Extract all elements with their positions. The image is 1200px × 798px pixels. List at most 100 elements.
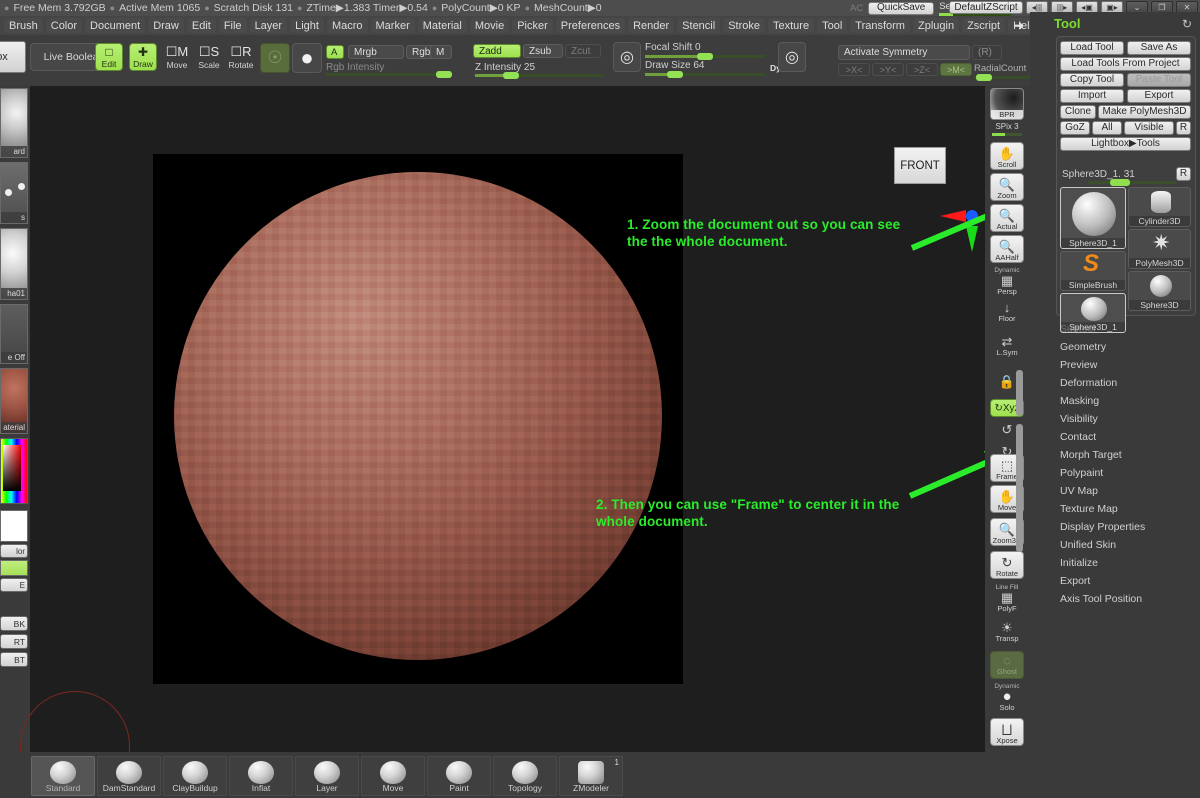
rotate3d-button[interactable]: ↻ Rotate: [990, 551, 1024, 579]
zscript-button[interactable]: DefaultZScript: [949, 1, 1023, 14]
section-contact[interactable]: Contact: [1060, 428, 1200, 446]
menu-item-picker[interactable]: Picker: [512, 18, 553, 33]
visible-button[interactable]: Visible: [1124, 121, 1174, 135]
section-preview[interactable]: Preview: [1060, 356, 1200, 374]
current-tool-r-button[interactable]: R: [1176, 167, 1191, 181]
rotate-button[interactable]: ☐R Rotate: [227, 43, 255, 71]
brush-damstandard[interactable]: DamStandard: [97, 756, 161, 796]
document-area[interactable]: [153, 154, 683, 684]
brush-paint[interactable]: Paint: [427, 756, 491, 796]
brush-preview-button[interactable]: ☉: [260, 43, 290, 73]
lightbox-tools-button[interactable]: Lightbox▶Tools: [1060, 137, 1191, 151]
tool-panel-refresh-icon[interactable]: ↻: [1182, 17, 1192, 31]
polyframe-button[interactable]: Line Fill ▦ PolyF: [990, 583, 1024, 613]
section-geometry[interactable]: Geometry: [1060, 338, 1200, 356]
menu-item-light[interactable]: Light: [290, 18, 324, 33]
sphere3d-model[interactable]: [174, 172, 662, 660]
color-picker-swatch[interactable]: [0, 438, 28, 504]
brush-inflat[interactable]: Inflat: [229, 756, 293, 796]
section-unified-skin[interactable]: Unified Skin: [1060, 536, 1200, 554]
menu-item-preferences[interactable]: Preferences: [555, 18, 626, 33]
tool-thumb-polymesh3d[interactable]: ✷ PolyMesh3D: [1128, 229, 1191, 269]
dynamic-dial-button[interactable]: ◎: [778, 42, 806, 72]
menu-item-marker[interactable]: Marker: [370, 18, 415, 33]
spix-slider[interactable]: SPix 3: [990, 122, 1024, 138]
section-masking[interactable]: Masking: [1060, 392, 1200, 410]
brush-zmodeler[interactable]: 1 ZModeler: [559, 756, 623, 796]
edit-button[interactable]: □ Edit: [95, 43, 123, 71]
canvas-viewport[interactable]: FRONT 1. Zoom the document out so you ca…: [20, 86, 1014, 798]
mrgb-button[interactable]: Mrgb: [348, 45, 404, 59]
make-polymesh3d-button[interactable]: Make PolyMesh3D: [1098, 105, 1191, 119]
menu-item-document[interactable]: Document: [85, 18, 146, 33]
primary-color-swatch[interactable]: [0, 510, 28, 542]
section-deformation[interactable]: Deformation: [1060, 374, 1200, 392]
menu-item-layer[interactable]: Layer: [249, 18, 288, 33]
all-button[interactable]: All: [1092, 121, 1122, 135]
gradient-toggle[interactable]: E: [0, 578, 28, 592]
menu-item-file[interactable]: File: [218, 18, 247, 33]
menu-item-brush[interactable]: Brush: [4, 18, 43, 33]
z-intensity-track[interactable]: [475, 72, 603, 79]
zadd-button[interactable]: Zadd: [473, 44, 521, 58]
persp-button[interactable]: Dynamic ▦ Persp: [990, 266, 1024, 296]
brush-claybuildup[interactable]: ClayBuildup: [163, 756, 227, 796]
load-tools-from-project-button[interactable]: Load Tools From Project: [1060, 57, 1191, 71]
alpha-swatch[interactable]: ard: [0, 88, 28, 158]
menu-item-tool[interactable]: Tool: [817, 18, 848, 33]
section-display-properties[interactable]: Display Properties: [1060, 518, 1200, 536]
local-symmetry-button[interactable]: ⇄ L.Sym: [990, 332, 1024, 360]
gradient-swatch[interactable]: e Off: [0, 304, 28, 364]
brush-standard[interactable]: Standard: [31, 756, 95, 796]
tool-thumb-sphere3d[interactable]: Sphere3D: [1128, 271, 1191, 311]
material-swatch[interactable]: aterial: [0, 368, 28, 434]
section-export[interactable]: Export: [1060, 572, 1200, 590]
actual-button[interactable]: 🔍 Actual: [990, 204, 1024, 232]
aahalf-button[interactable]: 🔍 AAHalf: [990, 235, 1024, 263]
menu-item-edit[interactable]: Edit: [186, 18, 216, 33]
zsub-button[interactable]: Zsub: [523, 44, 563, 58]
material-sphere-button[interactable]: ●: [292, 43, 322, 73]
bpr-button[interactable]: BPR: [990, 88, 1024, 120]
section-morph-target[interactable]: Morph Target: [1060, 446, 1200, 464]
section-texture-map[interactable]: Texture Map: [1060, 500, 1200, 518]
transparency-button[interactable]: ☀ Transp: [990, 618, 1024, 646]
clone-button[interactable]: Clone: [1060, 105, 1096, 119]
menu-item-stencil[interactable]: Stencil: [677, 18, 721, 33]
brush-layer[interactable]: Layer: [295, 756, 359, 796]
bt-button[interactable]: BT: [0, 652, 28, 667]
scale-button[interactable]: ☐S Scale: [195, 43, 223, 71]
current-tool-track[interactable]: [1088, 179, 1176, 186]
menu-item-draw[interactable]: Draw: [148, 18, 184, 33]
section-polypaint[interactable]: Polypaint: [1060, 464, 1200, 482]
scroll-button[interactable]: ✋ Scroll: [990, 142, 1024, 170]
goz-r-button[interactable]: R: [1176, 121, 1191, 135]
section-uv-map[interactable]: UV Map: [1060, 482, 1200, 500]
section-initialize[interactable]: Initialize: [1060, 554, 1200, 572]
menu-item-zscript[interactable]: Zscript: [962, 18, 1006, 33]
radial-count-track[interactable]: [974, 74, 1030, 81]
front-view-label[interactable]: FRONT: [894, 147, 946, 184]
quicksave-button[interactable]: QuickSave: [868, 1, 935, 15]
menu-item-zplugin[interactable]: Zplugin: [912, 18, 960, 33]
solo-button[interactable]: Dynamic ● Solo: [990, 681, 1024, 713]
tool-thumb-sphere3d-1[interactable]: Sphere3D_1: [1060, 187, 1126, 249]
ghost-button[interactable]: ◌ Ghost: [990, 651, 1024, 679]
zoom-button[interactable]: 🔍 Zoom: [990, 173, 1024, 201]
symmetry-y-button[interactable]: >Y<: [872, 63, 904, 76]
switch-color-button[interactable]: lor: [0, 544, 28, 558]
symmetry-m-button[interactable]: >M<: [940, 63, 972, 76]
texture-swatch[interactable]: ha01: [0, 228, 28, 300]
secondary-color-swatch[interactable]: [0, 560, 28, 576]
rgb-intensity-track[interactable]: [326, 71, 452, 78]
stroke-swatch[interactable]: s: [0, 162, 28, 224]
current-tool-slider[interactable]: Sphere3D_1. 31: [1060, 169, 1194, 186]
bk-button[interactable]: BK: [0, 616, 28, 631]
menu-item-texture[interactable]: Texture: [768, 18, 815, 33]
draw-size-track[interactable]: [645, 71, 765, 78]
section-axis-tool-position[interactable]: Axis Tool Position: [1060, 590, 1200, 608]
menu-item-material[interactable]: Material: [417, 18, 467, 33]
load-tool-button[interactable]: Load Tool: [1060, 41, 1124, 55]
menu-item-macro[interactable]: Macro: [326, 18, 368, 33]
menu-item-color[interactable]: Color: [45, 18, 83, 33]
